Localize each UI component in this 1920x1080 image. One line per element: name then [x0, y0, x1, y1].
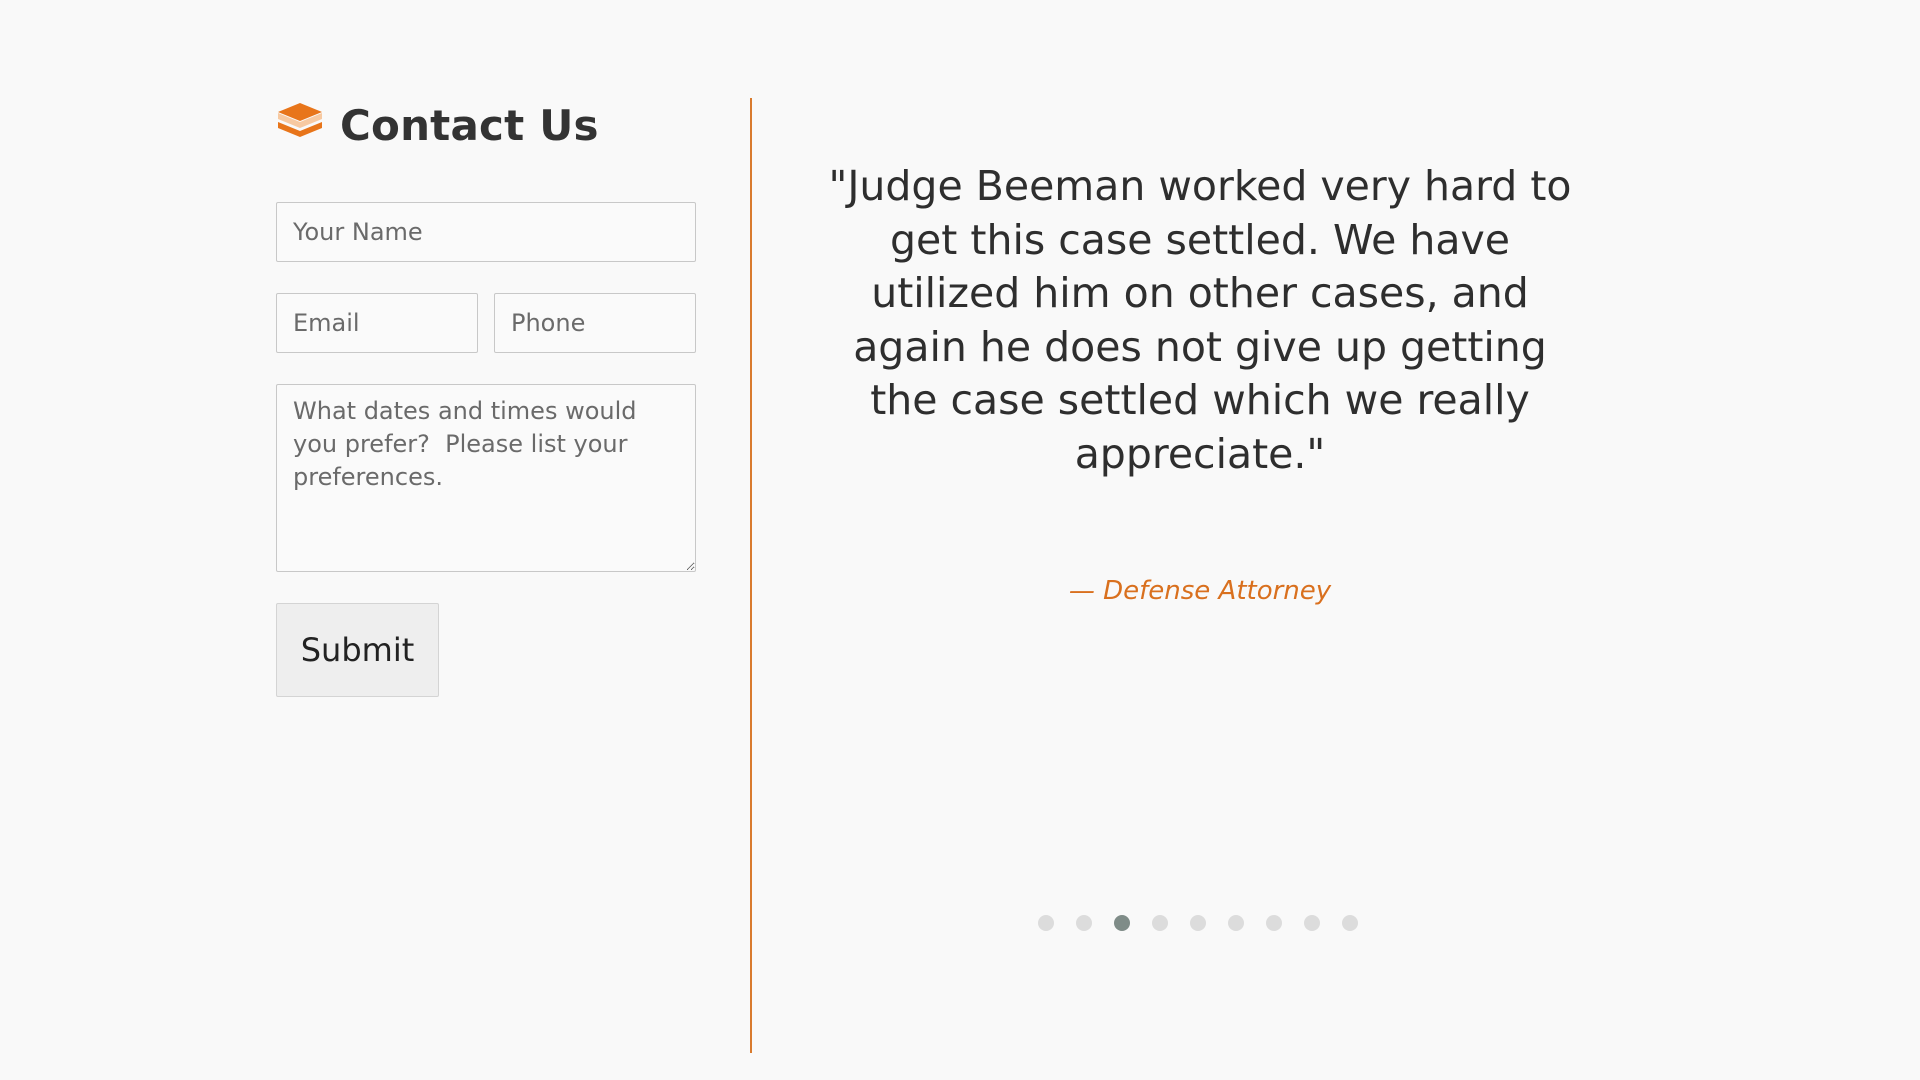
contact-header: Contact Us: [276, 96, 696, 154]
contact-title: Contact Us: [340, 100, 599, 150]
carousel-dot[interactable]: [1228, 915, 1244, 931]
vertical-divider: [750, 98, 752, 1053]
layers-stack-icon: [278, 103, 322, 137]
submit-button[interactable]: Submit: [276, 603, 439, 697]
phone-input[interactable]: [494, 293, 696, 353]
carousel-dot[interactable]: [1114, 915, 1130, 931]
name-input[interactable]: [276, 202, 696, 262]
carousel-dot[interactable]: [1076, 915, 1092, 931]
testimonial: "Judge Beeman worked very hard to get th…: [790, 160, 1610, 481]
carousel-dot[interactable]: [1038, 915, 1054, 931]
carousel-dots: [1038, 915, 1358, 931]
carousel-dot[interactable]: [1152, 915, 1168, 931]
contact-form: Contact Us Submit: [276, 96, 696, 697]
carousel-dot[interactable]: [1304, 915, 1320, 931]
carousel-dot[interactable]: [1342, 915, 1358, 931]
page: Contact Us Submit "Judge Beeman worked v…: [0, 0, 1920, 1080]
carousel-dot[interactable]: [1266, 915, 1282, 931]
testimonial-quote: "Judge Beeman worked very hard to get th…: [828, 162, 1572, 478]
carousel-dot[interactable]: [1190, 915, 1206, 931]
message-textarea[interactable]: [276, 384, 696, 572]
email-input[interactable]: [276, 293, 478, 353]
testimonial-author: — Defense Attorney: [1068, 576, 1332, 606]
